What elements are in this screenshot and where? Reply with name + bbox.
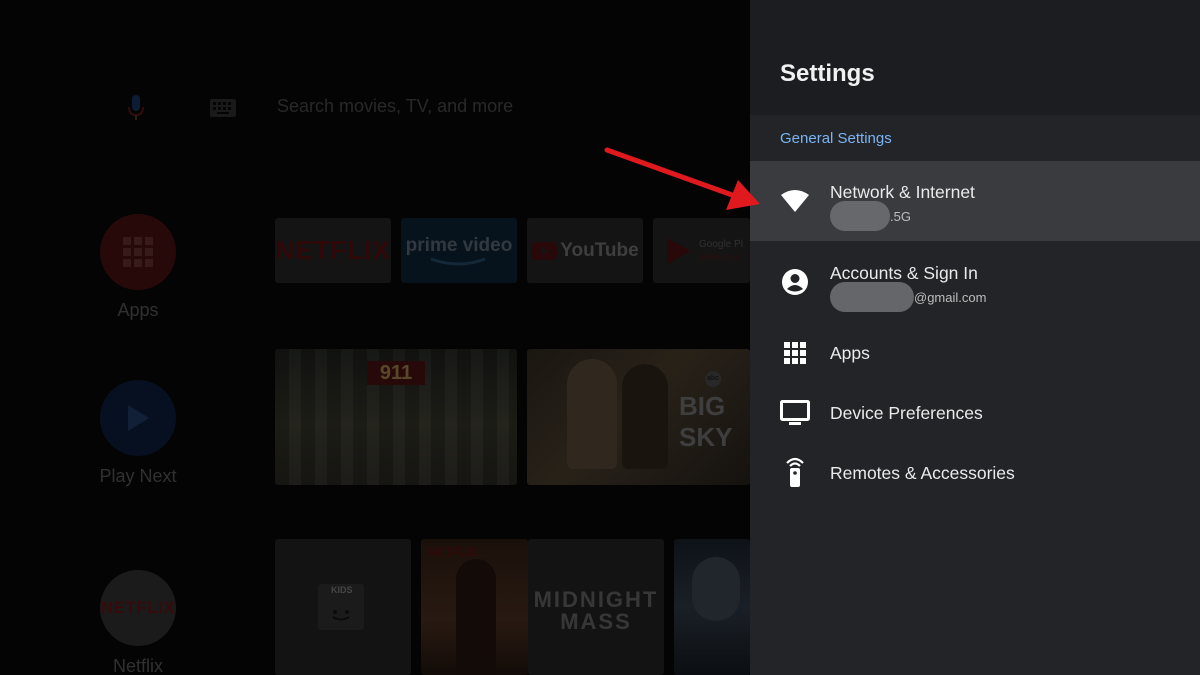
app-tile-youtube[interactable]: YouTube — [527, 218, 643, 283]
media-tile-kids[interactable]: KIDS — [275, 539, 411, 675]
app-tile-google-play-movies[interactable]: Google Pl Movies & T — [653, 218, 750, 283]
media-title: 911 — [367, 361, 425, 385]
rail-item-play-next[interactable]: Play Next — [99, 380, 177, 487]
search-placeholder[interactable]: Search movies, TV, and more — [277, 96, 513, 117]
app-tile-label: Google Pl — [699, 238, 743, 250]
media-tile-show[interactable] — [674, 539, 750, 675]
redacted-blur — [830, 282, 914, 312]
smile-icon — [332, 610, 350, 621]
account-circle-icon — [778, 265, 812, 299]
rail-item-netflix[interactable]: NETFLIX Netflix — [100, 570, 176, 675]
media-title: MASS — [560, 609, 632, 634]
keyboard-icon[interactable] — [208, 94, 238, 122]
redacted-blur — [830, 201, 890, 231]
microphone-icon[interactable] — [120, 92, 152, 124]
settings-item-title: Accounts & Sign In — [830, 263, 978, 283]
home-screen: Search movies, TV, and more Apps Play Ne… — [0, 0, 750, 675]
app-tile-label: YouTube — [560, 239, 639, 261]
settings-header: Settings — [750, 0, 1200, 115]
app-tile-label: prime video — [405, 234, 513, 256]
settings-item-remotes-accessories[interactable]: Remotes & Accessories — [750, 443, 1200, 503]
app-tile-prime-video[interactable]: prime video — [401, 218, 517, 283]
settings-title: Settings — [780, 60, 875, 87]
rail-label: Apps — [117, 300, 159, 320]
netflix-logo: NETFLIX — [100, 570, 176, 646]
settings-item-accounts-sign-in[interactable]: Accounts & Sign In @gmail.com — [750, 242, 1200, 322]
amazon-smile-icon — [430, 257, 486, 265]
settings-item-subtitle: @gmail.com — [830, 282, 986, 312]
media-badge: abc — [705, 371, 721, 387]
settings-item-apps[interactable]: Apps — [750, 323, 1200, 383]
media-tile-911[interactable]: 911 — [275, 349, 517, 485]
settings-item-title: Apps — [830, 343, 870, 363]
rail-item-apps[interactable]: Apps — [100, 214, 176, 321]
netflix-logo-text: NETFLIX — [100, 598, 176, 617]
network-name-suffix: .5G — [890, 208, 911, 224]
media-tile-midnight-mass[interactable]: MIDNIGHT MASS — [528, 539, 664, 675]
app-tile-label: Movies & T — [699, 251, 749, 263]
app-tile-netflix[interactable]: NETFLIX — [275, 218, 391, 283]
apps-grid-icon — [778, 336, 812, 370]
media-tile-netflix-show[interactable]: NETFLIX — [421, 539, 528, 675]
settings-item-title: Device Preferences — [830, 403, 983, 423]
media-title: KIDS — [331, 585, 353, 595]
settings-item-network-internet[interactable]: Network & Internet .5G — [750, 161, 1200, 241]
app-tile-label: NETFLIX — [275, 235, 391, 265]
media-title: NETFLIX — [428, 545, 478, 559]
remote-icon — [778, 455, 812, 489]
settings-item-device-preferences[interactable]: Device Preferences — [750, 383, 1200, 443]
media-title: BIG SKY — [679, 391, 733, 452]
grid-icon — [100, 214, 176, 290]
play-icon — [100, 380, 176, 456]
media-tile-big-sky[interactable]: BIG SKY abc — [527, 349, 750, 485]
settings-item-subtitle: .5G — [830, 201, 911, 231]
settings-item-title: Remotes & Accessories — [830, 463, 1015, 483]
section-label: General Settings — [780, 130, 892, 147]
settings-item-title: Network & Internet — [830, 182, 975, 202]
media-title: MIDNIGHT — [533, 587, 659, 612]
play-movies-icon — [667, 237, 691, 264]
rail-label: Netflix — [112, 656, 163, 675]
search-bar[interactable]: Search movies, TV, and more — [120, 88, 513, 128]
settings-panel: Settings General Settings Network & Inte… — [750, 0, 1200, 675]
wifi-icon — [778, 184, 812, 218]
account-email-suffix: @gmail.com — [914, 289, 987, 305]
rail-label: Play Next — [99, 466, 177, 486]
tv-icon — [778, 396, 812, 430]
youtube-play-icon — [531, 241, 558, 260]
